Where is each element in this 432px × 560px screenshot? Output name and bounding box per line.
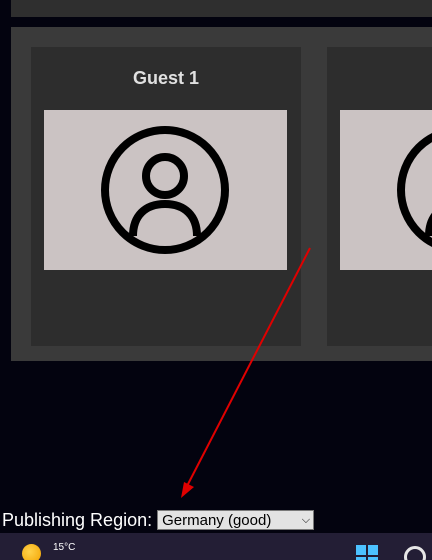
- windows-start-icon[interactable]: [356, 545, 378, 560]
- chevron-down-icon: ⌵: [301, 513, 311, 526]
- sun-icon: [22, 544, 41, 560]
- red-arrow: [181, 247, 311, 498]
- publishing-region-value: Germany (good): [162, 511, 272, 529]
- page: Guest 1 G Publishin: [0, 0, 432, 560]
- publishing-region-select[interactable]: Germany (good) ⌵: [157, 510, 315, 530]
- weather-widget[interactable]: 15°C: [22, 542, 76, 560]
- publishing-region-row: Publishing Region: Germany (good) ⌵: [2, 508, 315, 532]
- search-icon[interactable]: [404, 546, 426, 560]
- temperature: 15°C: [53, 542, 76, 553]
- taskbar: 15°C: [0, 533, 432, 560]
- publishing-region-label: Publishing Region:: [2, 510, 153, 530]
